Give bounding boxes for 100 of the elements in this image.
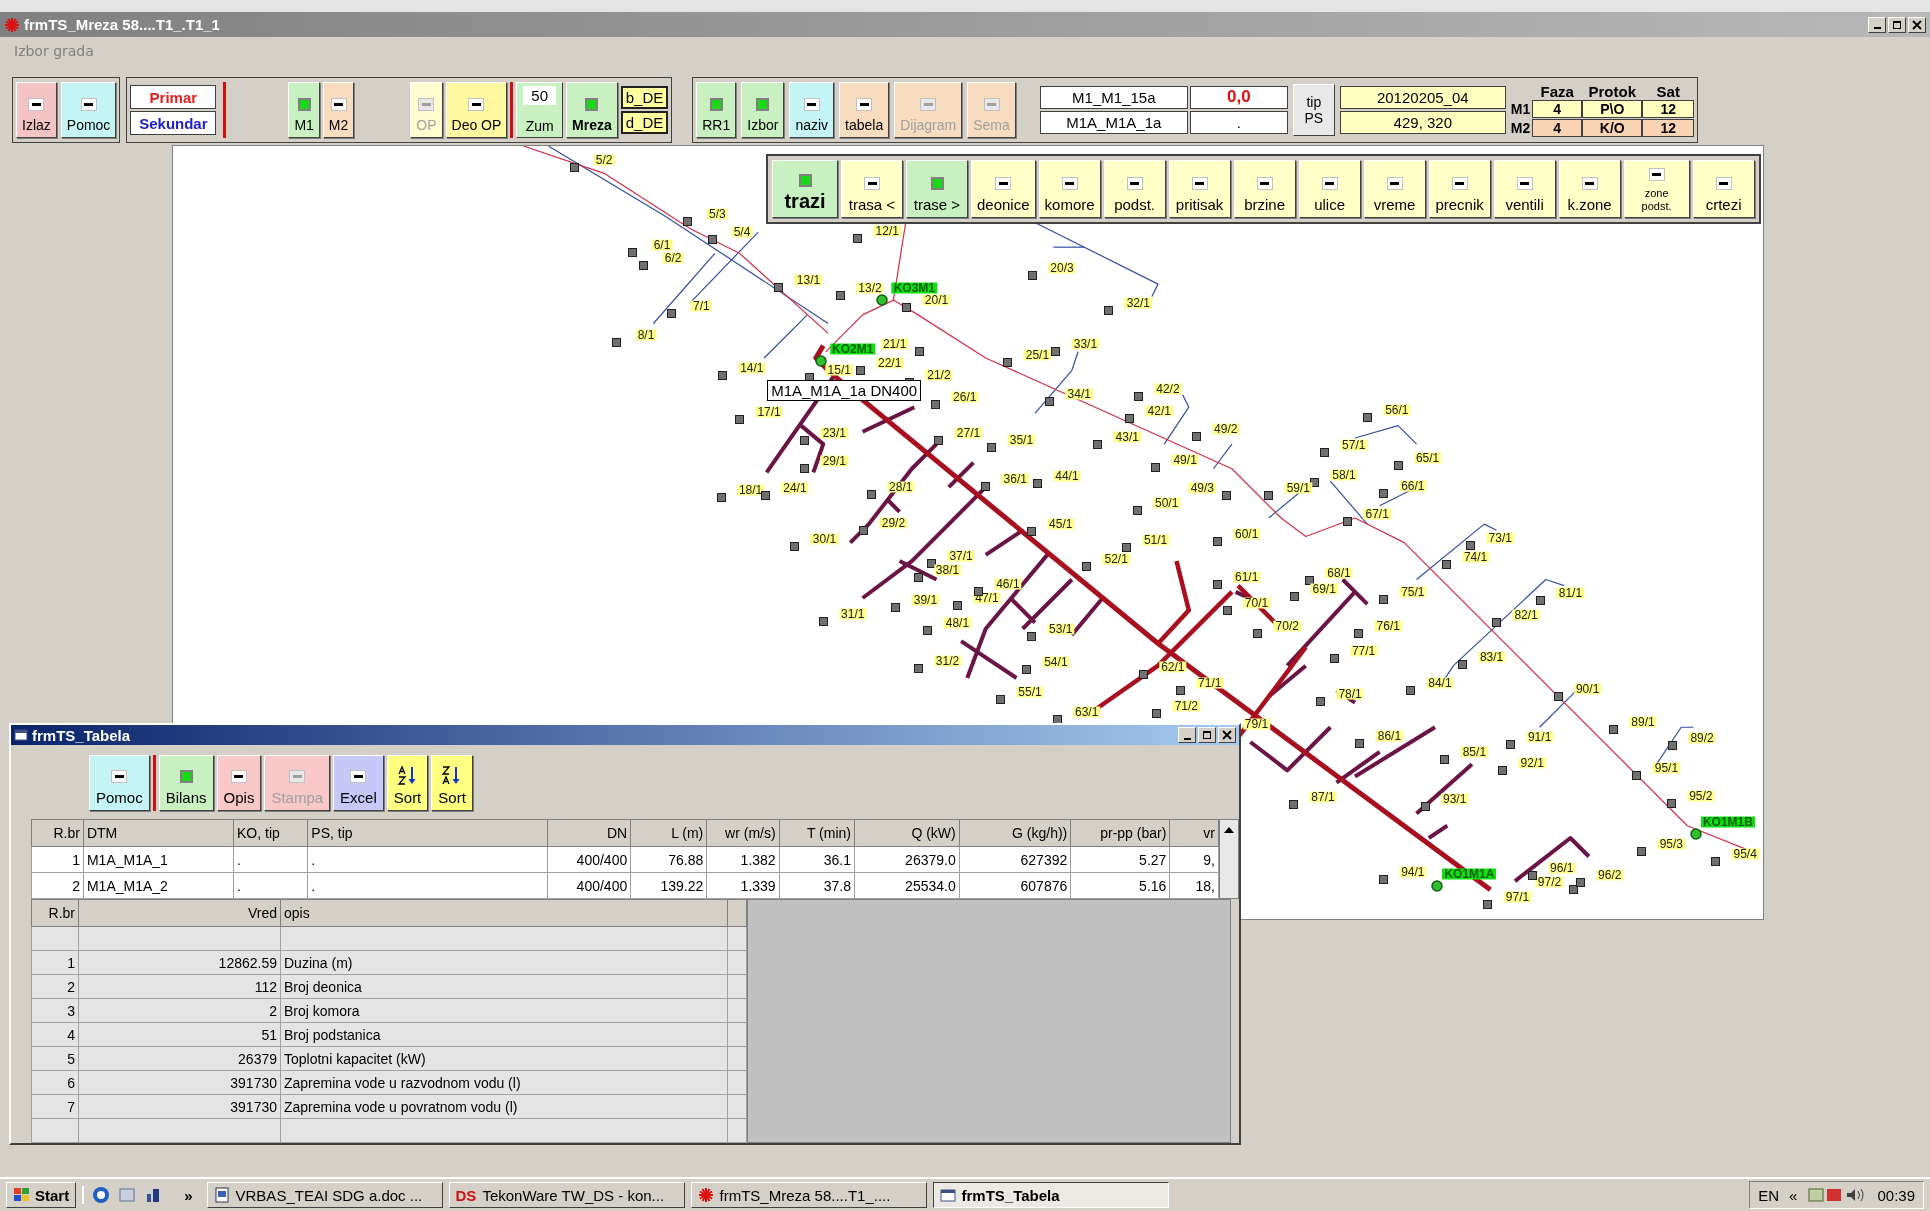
node-icon[interactable] bbox=[1026, 527, 1036, 537]
sort-button[interactable]: Sort bbox=[431, 755, 473, 811]
node-icon[interactable] bbox=[612, 337, 621, 347]
toolbar-button[interactable]: M2 bbox=[322, 82, 355, 138]
toolbar-button[interactable]: pritisak bbox=[1168, 160, 1231, 218]
toolbar-button[interactable]: brzine bbox=[1233, 160, 1296, 218]
node-icon[interactable] bbox=[1378, 594, 1388, 604]
node-icon[interactable] bbox=[1466, 540, 1476, 550]
node-icon[interactable] bbox=[1355, 738, 1365, 748]
toolbar-button[interactable]: crtezi bbox=[1692, 160, 1755, 218]
node-icon[interactable] bbox=[866, 490, 876, 500]
taskbar-button[interactable]: frmTS_Tabela bbox=[932, 1182, 1169, 1208]
tip-button[interactable]: tip PS bbox=[1292, 84, 1335, 136]
toolbar-button[interactable]: Deo OP bbox=[445, 82, 508, 138]
toolbar-button[interactable]: zone podst. bbox=[1623, 160, 1690, 218]
close-button[interactable] bbox=[1908, 16, 1926, 33]
node-icon[interactable] bbox=[1093, 439, 1103, 449]
toolbar-button[interactable]: Opis bbox=[216, 755, 262, 811]
node-icon[interactable] bbox=[1405, 685, 1415, 695]
node-icon[interactable] bbox=[1104, 305, 1114, 315]
node-icon[interactable] bbox=[1132, 506, 1142, 516]
toolbar-button[interactable]: tabela bbox=[839, 82, 890, 138]
node-icon[interactable] bbox=[902, 303, 912, 313]
node-icon[interactable] bbox=[1527, 870, 1537, 880]
node-icon[interactable] bbox=[855, 365, 865, 375]
zoom-button[interactable]: 50 Zum bbox=[516, 82, 563, 138]
node-icon[interactable] bbox=[1711, 857, 1721, 866]
node-icon[interactable] bbox=[891, 603, 901, 613]
node-icon[interactable] bbox=[1212, 580, 1222, 590]
node-icon[interactable] bbox=[923, 625, 933, 635]
node-icon[interactable] bbox=[1483, 900, 1493, 910]
node-icon[interactable] bbox=[1505, 740, 1515, 750]
toolbar-button[interactable]: RR1 bbox=[696, 82, 737, 138]
node-icon[interactable] bbox=[1028, 271, 1038, 281]
node-icon[interactable] bbox=[1553, 692, 1563, 702]
chamber-icon[interactable] bbox=[876, 293, 889, 306]
chamber-icon[interactable] bbox=[814, 355, 827, 368]
node-icon[interactable] bbox=[570, 162, 580, 172]
node-icon[interactable] bbox=[1125, 413, 1135, 423]
node-icon[interactable] bbox=[1212, 536, 1222, 546]
toggle-button[interactable]: d_DE bbox=[620, 111, 669, 134]
node-icon[interactable] bbox=[818, 617, 828, 626]
node-icon[interactable] bbox=[934, 436, 944, 446]
node-icon[interactable] bbox=[1378, 875, 1388, 885]
node-icon[interactable] bbox=[667, 309, 677, 319]
node-icon[interactable] bbox=[1051, 347, 1061, 357]
start-button[interactable]: Start bbox=[6, 1182, 77, 1208]
node-icon[interactable] bbox=[1175, 685, 1185, 695]
node-icon[interactable] bbox=[1264, 491, 1274, 501]
toolbar-button[interactable]: Pomoc bbox=[89, 755, 150, 811]
node-icon[interactable] bbox=[800, 464, 810, 474]
toolbar-button[interactable]: ulice bbox=[1298, 160, 1361, 218]
node-icon[interactable] bbox=[981, 481, 991, 491]
sort-button[interactable]: Sort bbox=[386, 755, 429, 811]
node-icon[interactable] bbox=[1668, 741, 1678, 751]
node-icon[interactable] bbox=[708, 235, 717, 245]
more-button[interactable]: » bbox=[176, 1186, 201, 1204]
node-icon[interactable] bbox=[836, 290, 845, 300]
node-icon[interactable] bbox=[717, 370, 727, 380]
toolbar-button[interactable]: precnik bbox=[1428, 160, 1491, 218]
maximize-button[interactable] bbox=[1888, 16, 1906, 33]
node-icon[interactable] bbox=[760, 491, 770, 501]
node-icon[interactable] bbox=[639, 261, 649, 271]
node-icon[interactable] bbox=[1536, 596, 1546, 606]
taskbar-button[interactable]: VRBAS_TEAI SDG a.doc ... bbox=[206, 1182, 443, 1208]
taskbar-button[interactable]: frmTS_Mreza 58....T1_.... bbox=[690, 1182, 927, 1208]
node-icon[interactable] bbox=[1575, 877, 1585, 887]
node-icon[interactable] bbox=[930, 400, 940, 410]
mode-option[interactable]: Primar bbox=[130, 85, 217, 109]
toolbar-button[interactable]: Izlaz bbox=[16, 82, 57, 138]
node-icon[interactable] bbox=[1152, 709, 1162, 719]
node-icon[interactable] bbox=[1003, 358, 1013, 368]
toolbar-button[interactable]: komore bbox=[1038, 160, 1101, 218]
node-icon[interactable] bbox=[1021, 665, 1031, 674]
node-icon[interactable] bbox=[1637, 847, 1647, 857]
node-icon[interactable] bbox=[987, 443, 997, 453]
toolbar-button[interactable]: vreme bbox=[1363, 160, 1426, 218]
node-icon[interactable] bbox=[1492, 618, 1502, 628]
node-icon[interactable] bbox=[1133, 391, 1143, 401]
node-icon[interactable] bbox=[1191, 432, 1201, 442]
node-icon[interactable] bbox=[1222, 491, 1232, 501]
node-icon[interactable] bbox=[790, 541, 800, 551]
toolbar-button[interactable]: ventili bbox=[1493, 160, 1556, 218]
node-icon[interactable] bbox=[996, 694, 1006, 704]
node-icon[interactable] bbox=[1253, 629, 1263, 639]
toolbar-button[interactable]: Izbor bbox=[741, 82, 785, 138]
node-icon[interactable] bbox=[1362, 412, 1372, 422]
toolbar-button[interactable]: podst. bbox=[1103, 160, 1166, 218]
node-icon[interactable] bbox=[853, 234, 863, 244]
language-indicator[interactable]: EN bbox=[1758, 1186, 1780, 1204]
toolbar-button[interactable]: Pomoc bbox=[60, 82, 117, 138]
toggle-button[interactable]: b_DE bbox=[620, 86, 669, 109]
minimize-button[interactable] bbox=[1868, 16, 1886, 33]
scrollbar[interactable] bbox=[1219, 819, 1239, 899]
node-icon[interactable] bbox=[952, 601, 962, 610]
node-icon[interactable] bbox=[1343, 517, 1353, 527]
node-icon[interactable] bbox=[1569, 885, 1579, 895]
node-icon[interactable] bbox=[1420, 801, 1430, 811]
toolbar-button[interactable]: k.zone bbox=[1558, 160, 1621, 218]
chamber-icon[interactable] bbox=[1431, 879, 1444, 892]
